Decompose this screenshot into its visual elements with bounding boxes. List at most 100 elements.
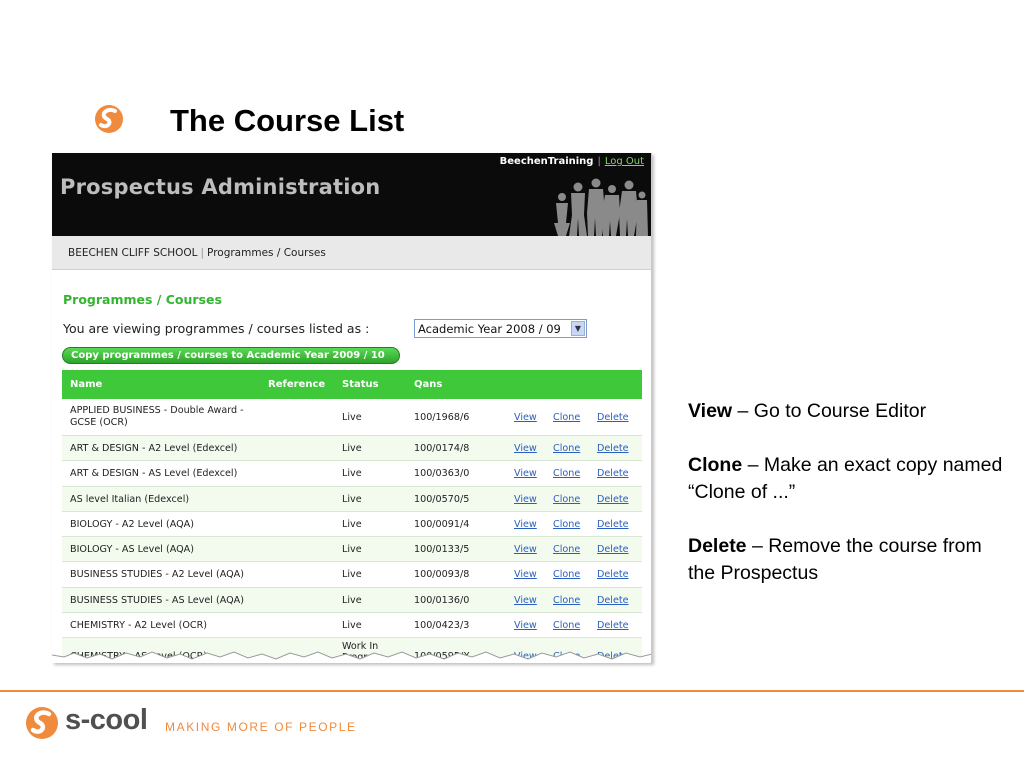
torn-edge xyxy=(52,651,651,663)
slide-title: The Course List xyxy=(170,103,405,138)
course-status: Live xyxy=(342,468,362,480)
academic-year-select[interactable]: Academic Year 2008 / 09 ▼ xyxy=(414,319,587,338)
course-qan: 100/0091/4 xyxy=(414,518,470,530)
explanation-term: Clone xyxy=(688,454,743,476)
logout-link[interactable]: Log Out xyxy=(605,156,644,167)
table-row: APPLIED BUSINESS - Double Award - GCSE (… xyxy=(62,399,642,436)
course-name: BUSINESS STUDIES - AS Level (AQA) xyxy=(70,594,244,606)
copy-courses-button[interactable]: Copy programmes / courses to Academic Ye… xyxy=(62,347,400,364)
delete-link[interactable]: Delete xyxy=(597,544,629,555)
clone-link[interactable]: Clone xyxy=(553,620,580,631)
view-link[interactable]: View xyxy=(514,519,537,530)
course-qan: 100/0423/3 xyxy=(414,620,470,632)
course-table: Name Reference Status Qans APPLIED BUSIN… xyxy=(62,370,642,663)
course-qan: 100/0570/5 xyxy=(414,493,470,505)
clone-link[interactable]: Clone xyxy=(553,443,580,454)
explanation-clone: Clone – Make an exact copy named “Clone … xyxy=(688,452,1008,506)
section-heading: Programmes / Courses xyxy=(63,292,222,307)
course-status: Live xyxy=(342,569,362,581)
explanation-view: View – Go to Course Editor xyxy=(688,398,1008,425)
s-cool-swirl-icon xyxy=(26,707,58,739)
course-status: Live xyxy=(342,620,362,632)
delete-link[interactable]: Delete xyxy=(597,519,629,530)
course-status: Live xyxy=(342,412,362,423)
course-name: APPLIED BUSINESS - Double Award - GCSE (… xyxy=(70,405,244,428)
view-link[interactable]: View xyxy=(514,620,537,631)
course-status: Live xyxy=(342,594,362,606)
breadcrumb-school[interactable]: BEECHEN CLIFF SCHOOL xyxy=(68,247,198,259)
course-qan: 100/0093/8 xyxy=(414,569,470,581)
explanation-term: View xyxy=(688,400,733,422)
footer-brand: s-cool xyxy=(65,704,148,736)
breadcrumb: BEECHEN CLIFF SCHOOL | Programmes / Course… xyxy=(52,236,651,270)
breadcrumb-section[interactable]: Programmes / Courses xyxy=(207,247,326,259)
clone-link[interactable]: Clone xyxy=(553,569,580,580)
table-row: ART & DESIGN - AS Level (Edexcel) Live 1… xyxy=(62,461,642,487)
explanation-text: – Go to Course Editor xyxy=(732,400,927,422)
course-name: BUSINESS STUDIES - A2 Level (AQA) xyxy=(70,569,244,581)
table-row: AS level Italian (Edexcel) Live 100/0570… xyxy=(62,486,642,512)
course-status: Live xyxy=(342,443,362,454)
clone-link[interactable]: Clone xyxy=(553,544,580,555)
chevron-down-icon[interactable]: ▼ xyxy=(571,321,585,336)
column-header-name: Name xyxy=(70,379,103,390)
course-name: CHEMISTRY - A2 Level (OCR) xyxy=(70,620,207,632)
viewing-label: You are viewing programmes / courses lis… xyxy=(63,321,370,336)
table-row: CHEMISTRY - A2 Level (OCR) Live 100/0423… xyxy=(62,613,642,639)
view-link[interactable]: View xyxy=(514,443,537,454)
footer-tagline: MAKING MORE OF PEOPLE xyxy=(165,720,357,734)
course-status: Live xyxy=(342,518,362,530)
table-row: BIOLOGY - A2 Level (AQA) Live 100/0091/4… xyxy=(62,512,642,538)
clone-link[interactable]: Clone xyxy=(553,468,580,479)
clone-link[interactable]: Clone xyxy=(553,595,580,606)
delete-link[interactable]: Delete xyxy=(597,595,629,606)
course-qan: 100/0133/5 xyxy=(414,544,470,556)
table-row: BIOLOGY - AS Level (AQA) Live 100/0133/5… xyxy=(62,537,642,563)
course-name: BIOLOGY - AS Level (AQA) xyxy=(70,544,194,556)
delete-link[interactable]: Delete xyxy=(597,443,629,454)
clone-link[interactable]: Clone xyxy=(553,494,580,505)
footer-divider xyxy=(0,690,1024,692)
view-link[interactable]: View xyxy=(514,595,537,606)
app-header: Prospectus Administration BeechenTrainin… xyxy=(52,153,651,236)
clone-link[interactable]: Clone xyxy=(553,519,580,530)
view-link[interactable]: View xyxy=(514,544,537,555)
course-qan: 100/0136/0 xyxy=(414,594,470,606)
column-header-reference: Reference xyxy=(268,379,326,390)
table-row: BUSINESS STUDIES - A2 Level (AQA) Live 1… xyxy=(62,562,642,588)
course-qan: 100/1968/6 xyxy=(414,412,470,423)
app-screenshot: Prospectus Administration BeechenTrainin… xyxy=(52,153,652,663)
clone-link[interactable]: Clone xyxy=(553,412,580,423)
delete-link[interactable]: Delete xyxy=(597,494,629,505)
course-qan: 100/0174/8 xyxy=(414,443,470,454)
course-name: ART & DESIGN - A2 Level (Edexcel) xyxy=(70,443,238,454)
table-header: Name Reference Status Qans xyxy=(62,370,642,399)
explanation-delete: Delete – Remove the course from the Pros… xyxy=(688,533,1008,587)
academic-year-value: Academic Year 2008 / 09 xyxy=(418,322,561,336)
view-link[interactable]: View xyxy=(514,412,537,423)
delete-link[interactable]: Delete xyxy=(597,620,629,631)
course-name: ART & DESIGN - AS Level (Edexcel) xyxy=(70,468,238,480)
view-link[interactable]: View xyxy=(514,468,537,479)
table-row: ART & DESIGN - A2 Level (Edexcel) Live 1… xyxy=(62,436,642,462)
view-link[interactable]: View xyxy=(514,494,537,505)
course-name: AS level Italian (Edexcel) xyxy=(70,493,190,505)
course-name: BIOLOGY - A2 Level (AQA) xyxy=(70,518,194,530)
user-separator: | xyxy=(597,156,601,167)
delete-link[interactable]: Delete xyxy=(597,468,629,479)
column-header-qans: Qans xyxy=(414,379,443,390)
view-link[interactable]: View xyxy=(514,569,537,580)
course-status: Live xyxy=(342,544,362,556)
table-row: BUSINESS STUDIES - AS Level (AQA) Live 1… xyxy=(62,587,642,614)
column-header-status: Status xyxy=(342,379,379,390)
course-qan: 100/0363/0 xyxy=(414,468,470,480)
app-title: Prospectus Administration xyxy=(60,175,381,199)
table-body: APPLIED BUSINESS - Double Award - GCSE (… xyxy=(62,399,642,663)
user-bar: BeechenTraining | Log Out xyxy=(500,156,644,167)
breadcrumb-separator: | xyxy=(200,247,205,259)
delete-link[interactable]: Delete xyxy=(597,412,629,423)
s-cool-swirl-icon xyxy=(95,105,123,133)
course-status: Live xyxy=(342,493,362,505)
delete-link[interactable]: Delete xyxy=(597,569,629,580)
people-silhouettes-image xyxy=(554,178,648,236)
